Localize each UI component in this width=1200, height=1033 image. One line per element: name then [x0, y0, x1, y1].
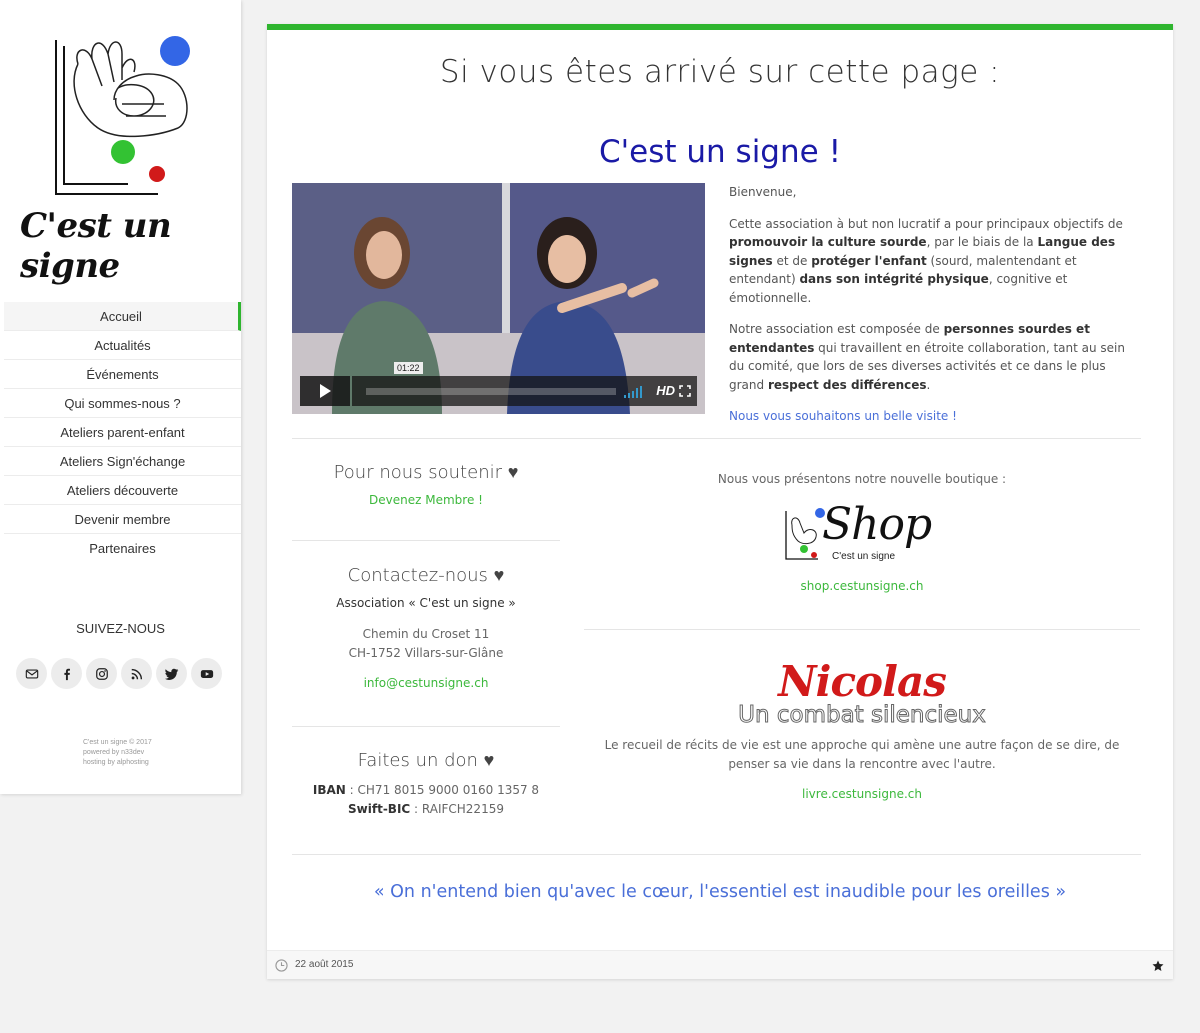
intro-welcome-note: Nous vous souhaitons un belle visite !: [729, 409, 957, 423]
follow-us-heading: SUIVEZ-NOUS: [76, 621, 165, 636]
fullscreen-icon[interactable]: [679, 385, 691, 397]
text-span: , par le biais de la: [926, 235, 1038, 249]
powered-by-line: powered by n33dev: [83, 749, 145, 756]
main-content-card: Si vous êtes arrivé sur cette page : C'e…: [267, 24, 1173, 979]
main-nav: Accueil Actualités Événements Qui sommes…: [4, 302, 241, 563]
divider: [292, 540, 560, 541]
text-span: Notre association est composée de: [729, 322, 944, 336]
brand-name: C'est un signe: [20, 206, 172, 286]
instagram-link[interactable]: [86, 658, 117, 689]
twitter-link[interactable]: [156, 658, 187, 689]
play-button[interactable]: [300, 376, 350, 406]
nav-item-devenir-membre[interactable]: Devenir membre: [4, 505, 241, 534]
youtube-icon: [200, 669, 213, 678]
book-description: Le recueil de récits de vie est une appr…: [604, 738, 1120, 771]
nav-item-actualites[interactable]: Actualités: [4, 331, 241, 360]
instagram-icon: [95, 667, 108, 680]
become-member-link[interactable]: Devenez Membre !: [292, 493, 560, 507]
hd-toggle[interactable]: HD: [656, 383, 675, 398]
shop-logo-word: Shop: [822, 499, 932, 550]
shop-link[interactable]: shop.cestunsigne.ch: [584, 579, 1140, 593]
star-icon[interactable]: [1152, 960, 1164, 972]
copyright-line: C'est un signe © 2017: [83, 739, 152, 746]
swift-line: Swift-BIC : RAIFCH22159: [292, 800, 560, 819]
email-link[interactable]: [16, 658, 47, 689]
intro-text: Bienvenue, Cette association à but non l…: [729, 183, 1143, 439]
contact-section: Contactez-nous ♥ Association « C'est un …: [292, 565, 560, 690]
text-span: et de: [772, 253, 812, 268]
nav-item-qui-sommes-nous[interactable]: Qui sommes-nous ?: [4, 389, 241, 418]
hand-sign-logo-icon: [55, 36, 190, 195]
divider: [292, 726, 560, 727]
envelope-icon: [25, 668, 38, 679]
video-controls: 01:22 HD: [300, 362, 697, 406]
donate-title: Faites un don ♥: [357, 750, 495, 771]
text-strong: dans son intégrité physique: [799, 272, 989, 286]
shop-intro: Nous vous présentons notre nouvelle bout…: [717, 472, 1007, 486]
swift-value: : RAIFCH22159: [410, 802, 504, 816]
nav-item-evenements[interactable]: Événements: [4, 360, 241, 389]
text-span: .: [926, 377, 931, 392]
copyright: C'est un signe © 2017 powered by n33dev …: [83, 738, 152, 768]
facebook-link[interactable]: [51, 658, 82, 689]
iban-line: IBAN : CH71 8015 9000 0160 1357 8: [292, 781, 560, 800]
divider: [292, 854, 1141, 855]
nav-item-ateliers-decouverte[interactable]: Ateliers découverte: [4, 476, 241, 505]
donate-section: Faites un don ♥ IBAN : CH71 8015 9000 01…: [292, 750, 560, 819]
sidebar: C'est un signe Accueil Actualités Événem…: [0, 0, 241, 794]
shop-logo-subtitle: C'est un signe: [832, 551, 896, 562]
hand-sign-logo-icon: [785, 508, 825, 560]
text-strong: respect des différences: [767, 377, 927, 392]
book-link[interactable]: livre.cestunsigne.ch: [584, 787, 1140, 801]
volume-icon[interactable]: [624, 386, 642, 398]
nav-item-accueil[interactable]: Accueil: [4, 302, 241, 331]
video-progress-bar: 01:22 HD: [352, 362, 697, 406]
quote: « On n'entend bien qu'avec le cœur, l'es…: [373, 882, 1067, 902]
rss-link[interactable]: [121, 658, 152, 689]
video-timestamp: 01:22: [394, 362, 423, 374]
support-title: Pour nous soutenir ♥: [333, 462, 519, 483]
iban-value: : CH71 8015 9000 0160 1357 8: [345, 783, 540, 797]
text-span: Cette association à but non lucratif a p…: [729, 216, 1123, 231]
nav-item-partenaires[interactable]: Partenaires: [4, 534, 241, 563]
text-strong: protéger l'enfant: [811, 253, 927, 268]
youtube-link[interactable]: [191, 658, 222, 689]
hosting-line: hosting by alphosting: [83, 759, 149, 766]
swift-label: Swift-BIC: [348, 802, 411, 816]
contact-email-link[interactable]: info@cestunsigne.ch: [292, 676, 560, 690]
intro-paragraph-1: Cette association à but non lucratif a p…: [729, 215, 1143, 308]
twitter-icon: [164, 668, 178, 680]
intro-greeting: Bienvenue,: [729, 185, 797, 199]
rss-icon: [131, 668, 142, 679]
nav-item-ateliers-parent-enfant[interactable]: Ateliers parent-enfant: [4, 418, 241, 447]
address-city: CH-1752 Villars-sur-Glâne: [348, 646, 504, 660]
shop-logo[interactable]: Shop C'est un signe: [782, 499, 942, 573]
iban-label: IBAN: [312, 783, 346, 797]
nav-item-ateliers-sign-echange[interactable]: Ateliers Sign'échange: [4, 447, 241, 476]
book-section: Nicolas Un combat silencieux Le recueil …: [584, 658, 1140, 802]
contact-title: Contactez-nous ♥: [347, 565, 505, 586]
page-title: Si vous êtes arrivé sur cette page :: [439, 54, 1001, 90]
shop-section: Nous vous présentons notre nouvelle bout…: [584, 470, 1140, 593]
book-title-nicolas[interactable]: Nicolas: [584, 658, 1140, 706]
video-player[interactable]: 01:22 HD: [292, 183, 705, 414]
divider: [292, 438, 1141, 439]
organization-name: Association « C'est un signe »: [336, 596, 516, 610]
support-section: Pour nous soutenir ♥ Devenez Membre !: [292, 462, 560, 507]
post-footer: 22 août 2015: [267, 950, 1173, 979]
book-subtitle: Un combat silencieux: [738, 702, 987, 729]
facebook-icon: [63, 668, 70, 680]
address-street: Chemin du Croset 11: [362, 627, 490, 641]
play-icon: [320, 384, 331, 398]
seek-bar[interactable]: [366, 388, 616, 395]
post-date: 22 août 2015: [295, 959, 354, 970]
divider: [584, 629, 1140, 630]
social-links: [16, 658, 222, 689]
intro-paragraph-2: Notre association est composée de person…: [729, 320, 1143, 394]
clock-icon: [275, 959, 288, 972]
page-subtitle: C'est un signe !: [599, 134, 841, 170]
text-strong: promouvoir la culture sourde: [729, 235, 927, 249]
